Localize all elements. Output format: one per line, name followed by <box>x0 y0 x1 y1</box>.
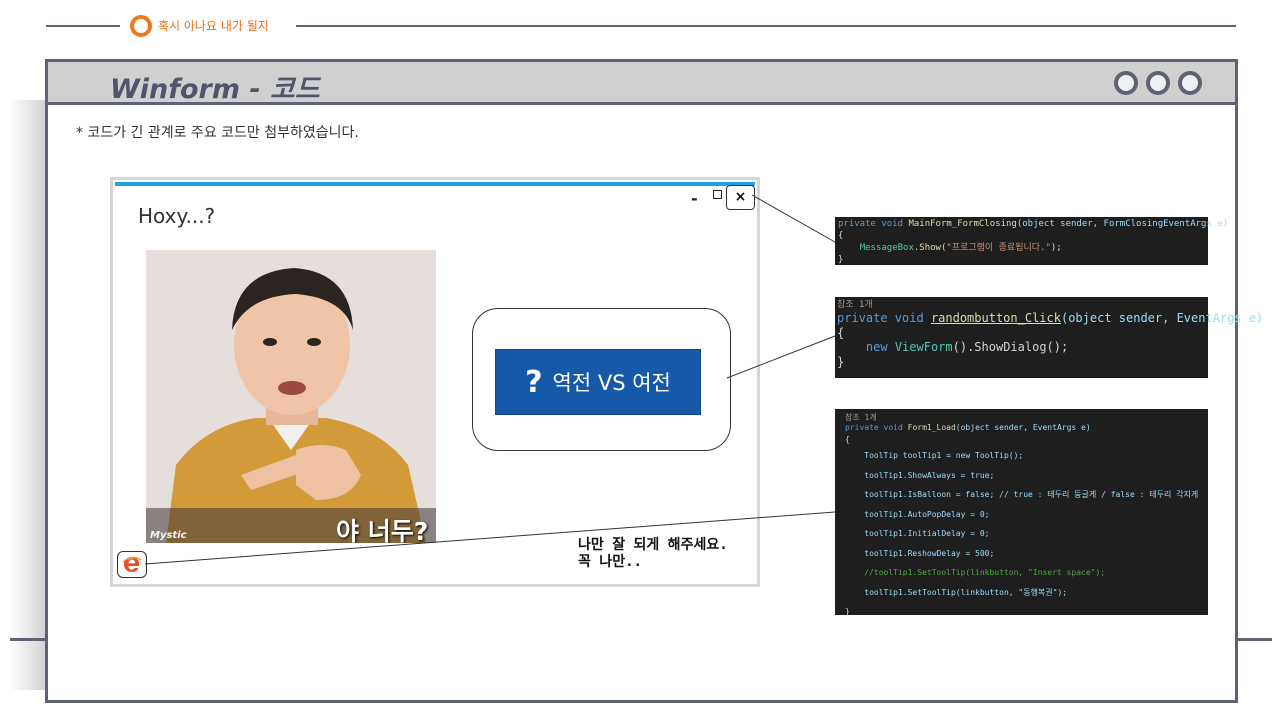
code-line: private void randombutton_Click(object s… <box>837 311 1264 325</box>
code-panel-form-load: 참조 1개 private void Form1_Load(object sen… <box>835 409 1208 616</box>
background-line-right <box>1234 638 1272 641</box>
code-line: toolTip1.SetToolTip(linkbutton, "동행복권"); <box>864 587 1068 597</box>
code-line: ToolTip toolTip1 = new ToolTip(); <box>864 451 1024 460</box>
code-ref-count: 참조 1개 <box>837 300 873 310</box>
code-line: toolTip1.InitialDelay = 0; <box>864 529 990 538</box>
hint-line: 나만 잘 되게 해주세요. <box>578 537 728 553</box>
window-title: Winform - 코드 <box>110 74 320 105</box>
winform-window: - × Hoxy...? Mystic 야 너두? ? 역전 VS 여전 나만 … <box>110 177 760 587</box>
code-line: toolTip1.IsBalloon = false; // true : 테두… <box>864 490 1199 499</box>
minimize-button[interactable]: - <box>691 189 698 208</box>
code-panel-random-click: 참조 1개 private void randombutton_Click(ob… <box>835 297 1264 378</box>
hint-text: 나만 잘 되게 해주세요. 꼭 나만.. <box>578 537 728 571</box>
code-ref-count: 참조 1개 <box>845 413 877 422</box>
code-panel-form-closing: private void MainForm_FormClosing(object… <box>835 217 1229 265</box>
window-dot-icon <box>1178 71 1202 95</box>
close-button[interactable]: × <box>726 185 755 210</box>
code-line: toolTip1.AutoPopDelay = 0; <box>864 509 990 519</box>
code-line: new ViewForm().ShowDialog(); <box>865 340 1069 354</box>
random-button[interactable]: ? 역전 VS 여전 <box>495 349 701 415</box>
code-line: } <box>837 354 845 369</box>
link-button[interactable] <box>117 551 147 578</box>
top-divider-right <box>296 25 1236 27</box>
code-line: private void MainForm_FormClosing(object… <box>838 219 1229 229</box>
meme-photo: Mystic 야 너두? <box>146 250 436 543</box>
photo-caption: 야 너두? <box>336 517 429 543</box>
code-line: { <box>837 325 845 340</box>
random-button-label: 역전 VS 여전 <box>552 371 671 395</box>
maximize-button[interactable] <box>713 190 722 199</box>
hint-line: 꼭 나만.. <box>578 554 642 570</box>
slide-header-title: 혹시 아나요 내가 될지 <box>158 19 269 33</box>
code-line: toolTip1.ReshowDelay = 500; <box>864 548 995 558</box>
ring-icon <box>130 15 152 37</box>
code-line: { <box>845 435 850 444</box>
photo-watermark: Mystic <box>150 530 187 541</box>
internet-explorer-icon <box>122 556 142 572</box>
code-line: { <box>838 231 844 241</box>
top-divider-left <box>46 25 120 27</box>
code-line: } <box>845 607 850 616</box>
code-line: //toolTip1.SetToolTip(linkbutton, "Inser… <box>864 568 1106 577</box>
winform-title: Hoxy...? <box>138 204 216 228</box>
code-line: private void Form1_Load(object sender, E… <box>845 423 1091 432</box>
code-line: toolTip1.ShowAlways = true; <box>864 470 995 480</box>
winform-title-bar <box>115 182 755 186</box>
background-line-left <box>10 638 50 641</box>
question-icon: ? <box>525 364 543 400</box>
slide: 혹시 아나요 내가 될지 Winform - 코드 * 코드가 긴 관계로 주요… <box>0 0 1280 720</box>
note-text: * 코드가 긴 관계로 주요 코드만 첨부하였습니다. <box>76 125 359 141</box>
window-header: Winform - 코드 <box>48 62 1235 105</box>
window-dot-icon <box>1114 71 1138 95</box>
window-dot-icon <box>1146 71 1170 95</box>
code-line: } <box>838 255 844 265</box>
person-illustration <box>146 250 436 543</box>
code-line: MessageBox.Show("프로그램이 종료됩니다."); <box>859 243 1062 253</box>
